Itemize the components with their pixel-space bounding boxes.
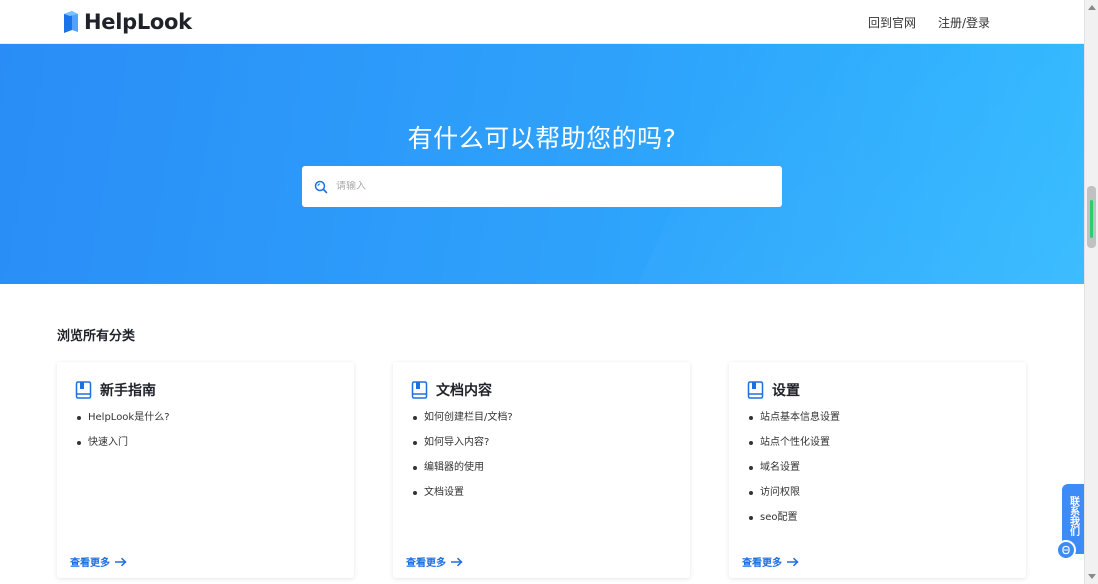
- book-logo-icon: [64, 11, 78, 33]
- card-title: 新手指南: [100, 383, 156, 399]
- article-link[interactable]: 域名设置: [749, 460, 840, 485]
- arrow-right-icon: [115, 557, 127, 566]
- article-link[interactable]: 访问权限: [749, 485, 840, 510]
- book-icon: [747, 381, 764, 399]
- book-icon: [411, 381, 428, 399]
- hero-title: 有什么可以帮助您的吗?: [407, 124, 677, 153]
- category-card-settings: 设置 站点基本信息设置 站点个性化设置 域名设置 访问权限 seo配置 查看更多: [729, 362, 1026, 578]
- card-article-list: 如何创建栏目/文档? 如何导入内容? 编辑器的使用 文档设置: [413, 410, 513, 510]
- article-link[interactable]: 如何创建栏目/文档?: [413, 410, 513, 435]
- search-icon: [314, 180, 328, 193]
- view-more-label: 查看更多: [742, 558, 782, 569]
- article-link[interactable]: HelpLook是什么?: [77, 410, 170, 435]
- scroll-up-arrow-icon[interactable]: [1088, 5, 1096, 10]
- article-link[interactable]: 编辑器的使用: [413, 460, 513, 485]
- article-link[interactable]: seo配置: [749, 510, 840, 535]
- page-scrollbar[interactable]: [1084, 0, 1098, 584]
- article-link[interactable]: 如何导入内容?: [413, 435, 513, 460]
- search-input[interactable]: [336, 181, 756, 192]
- arrow-right-icon: [787, 557, 799, 566]
- card-article-list: HelpLook是什么? 快速入门: [77, 410, 170, 460]
- category-card-document-content: 文档内容 如何创建栏目/文档? 如何导入内容? 编辑器的使用 文档设置 查看更多: [393, 362, 690, 578]
- card-header[interactable]: 新手指南: [75, 380, 156, 400]
- article-link[interactable]: 站点基本信息设置: [749, 410, 840, 435]
- category-card-beginner-guide: 新手指南 HelpLook是什么? 快速入门 查看更多: [57, 362, 354, 578]
- card-header[interactable]: 设置: [747, 380, 800, 400]
- arrow-right-icon: [451, 557, 463, 566]
- view-more-label: 查看更多: [406, 558, 446, 569]
- chat-icon: [1062, 545, 1070, 555]
- article-link[interactable]: 文档设置: [413, 485, 513, 510]
- search-box[interactable]: [302, 166, 782, 207]
- scroll-position-marker: [1090, 200, 1093, 238]
- view-more-link[interactable]: 查看更多: [742, 554, 799, 569]
- card-header[interactable]: 文档内容: [411, 380, 492, 400]
- nav-register-login[interactable]: 注册/登录: [938, 14, 990, 31]
- nav-back-to-website[interactable]: 回到官网: [868, 14, 916, 31]
- card-title: 设置: [772, 383, 800, 399]
- card-article-list: 站点基本信息设置 站点个性化设置 域名设置 访问权限 seo配置: [749, 410, 840, 535]
- page: HelpLook 回到官网 注册/登录 有什么可以帮助您的吗? 浏览所有分类: [0, 0, 1084, 584]
- card-title: 文档内容: [436, 383, 492, 399]
- view-more-label: 查看更多: [70, 558, 110, 569]
- hero-banner: 有什么可以帮助您的吗?: [0, 44, 1084, 284]
- book-icon: [75, 381, 92, 399]
- chat-badge[interactable]: [1056, 540, 1076, 560]
- view-more-link[interactable]: 查看更多: [70, 554, 127, 569]
- logo-text: HelpLook: [84, 10, 192, 34]
- article-link[interactable]: 站点个性化设置: [749, 435, 840, 460]
- section-title: 浏览所有分类: [57, 329, 136, 344]
- article-link[interactable]: 快速入门: [77, 435, 170, 460]
- helplook-logo[interactable]: HelpLook: [62, 9, 192, 35]
- scroll-down-arrow-icon[interactable]: [1088, 574, 1096, 579]
- view-more-link[interactable]: 查看更多: [406, 554, 463, 569]
- top-header: HelpLook 回到官网 注册/登录: [0, 0, 1084, 44]
- top-nav: 回到官网 注册/登录: [846, 0, 990, 44]
